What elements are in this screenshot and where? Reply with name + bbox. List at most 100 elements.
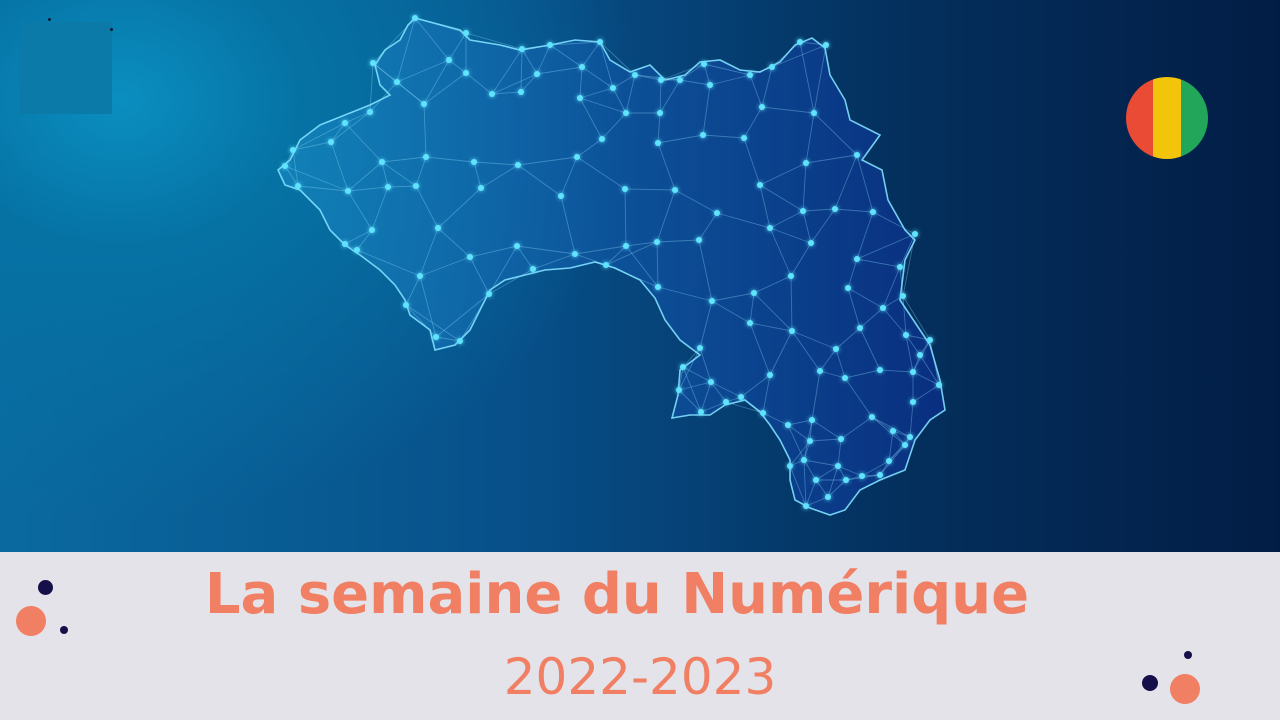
network-node: [877, 367, 883, 373]
network-node: [800, 208, 806, 214]
network-node: [857, 325, 863, 331]
network-node: [379, 159, 385, 165]
network-node: [655, 140, 661, 146]
network-node: [709, 298, 715, 304]
network-node: [854, 256, 860, 262]
network-node: [471, 159, 477, 165]
decor-dot: [1142, 675, 1158, 691]
network-node: [676, 387, 682, 393]
network-node: [680, 364, 686, 370]
network-node: [701, 61, 707, 67]
network-node: [658, 77, 664, 83]
network-node: [655, 284, 661, 290]
network-node: [757, 182, 763, 188]
guinea-flag-icon: [1126, 77, 1208, 159]
network-node: [515, 162, 521, 168]
network-node: [897, 264, 903, 270]
network-node: [927, 337, 933, 343]
network-node: [789, 328, 795, 334]
network-node: [574, 154, 580, 160]
network-node: [809, 417, 815, 423]
network-node: [342, 120, 348, 126]
network-node: [657, 110, 663, 116]
network-node: [843, 477, 849, 483]
network-node: [446, 57, 452, 63]
network-node: [295, 183, 301, 189]
network-node: [910, 399, 916, 405]
network-node: [623, 110, 629, 116]
network-node: [870, 209, 876, 215]
network-node: [547, 42, 553, 48]
network-node: [769, 64, 775, 70]
network-node: [747, 72, 753, 78]
network-node: [370, 60, 376, 66]
network-node: [823, 42, 829, 48]
network-node: [478, 185, 484, 191]
event-year: 2022-2023: [503, 648, 777, 706]
hero-banner: [0, 0, 1280, 552]
network-node: [530, 266, 536, 272]
network-node: [741, 135, 747, 141]
network-node: [622, 186, 628, 192]
network-node: [832, 206, 838, 212]
network-node: [854, 152, 860, 158]
network-node: [833, 346, 839, 352]
network-node: [577, 95, 583, 101]
event-title: La semaine du Numérique: [204, 562, 1030, 627]
network-node: [486, 291, 492, 297]
network-node: [369, 227, 375, 233]
network-node: [394, 79, 400, 85]
network-node: [808, 240, 814, 246]
network-node: [917, 352, 923, 358]
network-node: [518, 89, 524, 95]
network-node: [807, 438, 813, 444]
network-node: [813, 477, 819, 483]
network-node: [467, 254, 473, 260]
network-node: [558, 193, 564, 199]
network-node: [698, 409, 704, 415]
network-node: [385, 184, 391, 190]
network-node: [759, 104, 765, 110]
network-node: [700, 132, 706, 138]
network-node: [803, 503, 809, 509]
network-node: [886, 458, 892, 464]
network-node: [579, 64, 585, 70]
network-node: [697, 345, 703, 351]
network-node: [433, 334, 439, 340]
network-node: [903, 332, 909, 338]
network-node: [610, 85, 616, 91]
network-node: [767, 372, 773, 378]
network-node: [907, 434, 913, 440]
network-node: [677, 77, 683, 83]
network-node: [877, 472, 883, 478]
flag-yellow-band: [1153, 77, 1181, 159]
network-node: [342, 241, 348, 247]
network-node: [751, 290, 757, 296]
network-node: [572, 251, 578, 257]
decor-dot: [1170, 674, 1200, 704]
network-node: [514, 243, 520, 249]
network-node: [842, 375, 848, 381]
network-node: [463, 70, 469, 76]
network-node: [534, 71, 540, 77]
guinea-network-map: [277, 15, 946, 516]
network-node: [417, 273, 423, 279]
network-node: [367, 109, 373, 115]
network-node: [519, 46, 525, 52]
network-node: [421, 101, 427, 107]
network-node: [463, 30, 469, 36]
network-node: [328, 139, 334, 145]
footer-banner: La semaine du Numérique 2022-2023: [0, 552, 1280, 720]
network-node: [811, 110, 817, 116]
network-node: [936, 382, 942, 388]
network-node: [785, 422, 791, 428]
network-node: [489, 91, 495, 97]
network-node: [597, 39, 603, 45]
network-node: [708, 379, 714, 385]
network-node: [282, 163, 288, 169]
network-node: [457, 338, 463, 344]
network-node: [354, 247, 360, 253]
network-node: [654, 239, 660, 245]
decor-dot: [60, 626, 68, 634]
network-node: [910, 369, 916, 375]
